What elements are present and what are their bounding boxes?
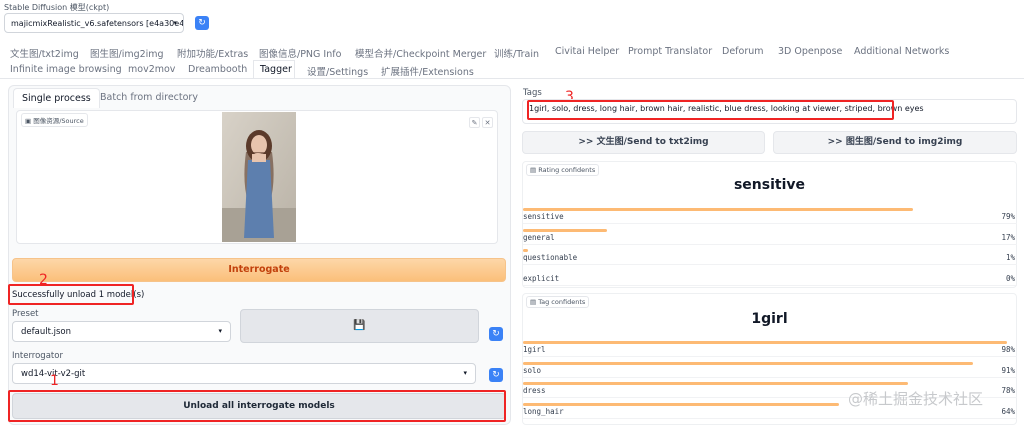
tab-extras[interactable]: 附加功能/Extras bbox=[177, 46, 248, 60]
interrogator-label: Interrogator bbox=[12, 351, 63, 361]
chevron-down-icon: ▾ bbox=[173, 19, 177, 27]
tag-row-bar bbox=[523, 402, 839, 406]
chart-icon: ▤ bbox=[530, 298, 537, 306]
tab-deforum[interactable]: Deforum bbox=[722, 46, 764, 57]
tag-confidents-text: Tag confidents bbox=[538, 298, 586, 306]
tag-row-divider bbox=[523, 356, 1017, 357]
tag-confidents-label: ▤ Tag confidents bbox=[526, 296, 590, 308]
tab-img2img[interactable]: 图生图/img2img bbox=[90, 46, 164, 60]
subtab-single-process[interactable]: Single process bbox=[13, 88, 100, 108]
tag-row-value: 91% bbox=[1001, 365, 1015, 375]
rating-row-bar bbox=[523, 208, 913, 211]
tag-row-bar bbox=[523, 382, 908, 385]
tab-txt2img[interactable]: 文生图/txt2img bbox=[10, 46, 79, 60]
rating-row-name: questionable bbox=[523, 253, 578, 262]
annotation-box-1 bbox=[8, 390, 506, 422]
chart-icon: ▤ bbox=[530, 166, 537, 174]
tag-row-name: 1girl bbox=[523, 345, 546, 354]
rating-row-divider bbox=[523, 264, 1017, 265]
tag-row-divider bbox=[523, 417, 1017, 419]
image-source-text: 图像资源/Source bbox=[33, 117, 84, 125]
edit-icon[interactable]: ✎ bbox=[469, 117, 480, 128]
preset-select[interactable]: default.json ▾ bbox=[12, 321, 231, 342]
annotation-box-3 bbox=[527, 100, 894, 120]
tab-3d-openpose[interactable]: 3D Openpose bbox=[778, 46, 842, 57]
refresh-interrogator-button[interactable]: ↻ bbox=[489, 368, 503, 382]
refresh-model-button[interactable]: ↻ bbox=[195, 16, 209, 30]
tag-row-bar bbox=[523, 361, 973, 365]
preset-label: Preset bbox=[12, 309, 39, 319]
tab-civitai-helper[interactable]: Civitai Helper bbox=[555, 46, 619, 57]
rating-row-divider bbox=[523, 284, 1017, 286]
refresh-icon: ↻ bbox=[198, 18, 206, 28]
tab-png-info[interactable]: 图像信息/PNG Info bbox=[259, 46, 341, 60]
tab-extensions[interactable]: 扩展插件/Extensions bbox=[381, 64, 474, 78]
tab-train[interactable]: 训练/Train bbox=[494, 46, 539, 60]
rating-row-value: 17% bbox=[1001, 232, 1015, 242]
rating-row-divider bbox=[523, 223, 1017, 224]
tag-row-bar bbox=[523, 341, 1007, 344]
rating-row-name: sensitive bbox=[523, 212, 564, 221]
image-source-label: ▣ 图像资源/Source bbox=[21, 113, 88, 127]
model-label: Stable Diffusion 模型(ckpt) bbox=[4, 3, 110, 12]
rating-row-value: 0% bbox=[1005, 273, 1015, 283]
tag-row-name: long_hair bbox=[523, 406, 564, 416]
close-icon[interactable]: ✕ bbox=[482, 117, 493, 128]
watermark: @稀土掘金技术社区 bbox=[848, 390, 984, 408]
tab-prompt-translator[interactable]: Prompt Translator bbox=[628, 46, 712, 57]
tags-label: Tags bbox=[523, 88, 542, 98]
interrogator-select[interactable]: wd14-vit-v2-git ▾ bbox=[12, 363, 476, 384]
tab-additional-networks[interactable]: Additional Networks bbox=[854, 46, 949, 57]
preset-select-value: default.json bbox=[21, 327, 71, 337]
interrogate-button[interactable]: Interrogate bbox=[12, 258, 506, 282]
send-to-txt2img-button[interactable]: >> 文生图/Send to txt2img bbox=[522, 131, 765, 154]
tab-tagger[interactable]: Tagger bbox=[260, 64, 292, 75]
refresh-icon: ↻ bbox=[492, 370, 500, 380]
subtab-batch-from-directory[interactable]: Batch from directory bbox=[100, 92, 198, 103]
model-select-value: majicmixRealistic_v6.safetensors [e4a30e… bbox=[11, 19, 184, 28]
rating-row-value: 1% bbox=[1005, 253, 1015, 262]
tab-settings[interactable]: 设置/Settings bbox=[307, 64, 368, 78]
tag-row-value: 98% bbox=[1001, 345, 1015, 354]
rating-confidents-text: Rating confidents bbox=[538, 166, 596, 174]
refresh-preset-button[interactable]: ↻ bbox=[489, 327, 503, 341]
rating-row-divider bbox=[523, 243, 1017, 245]
uploaded-photo bbox=[222, 112, 296, 242]
model-select[interactable]: majicmixRealistic_v6.safetensors [e4a30e… bbox=[4, 13, 184, 33]
rating-row-name: general bbox=[523, 232, 555, 242]
save-icon: 💾 bbox=[353, 320, 366, 331]
tab-infinite-image-browsing[interactable]: Infinite image browsing bbox=[10, 64, 122, 75]
annotation-box-2 bbox=[8, 284, 134, 305]
save-preset-button[interactable]: 💾 bbox=[240, 309, 479, 343]
annotation-number-2: 2 bbox=[39, 272, 48, 288]
tag-row-name: solo bbox=[523, 365, 542, 375]
rating-top-label: sensitive bbox=[733, 177, 806, 193]
image-icon: ▣ bbox=[25, 117, 32, 125]
chevron-down-icon: ▾ bbox=[218, 327, 222, 335]
tab-checkpoint-merger[interactable]: 模型合并/Checkpoint Merger bbox=[355, 46, 486, 60]
tabs-divider bbox=[0, 78, 1024, 79]
tab-mov2mov[interactable]: mov2mov bbox=[128, 64, 175, 75]
rating-row-name: explicit bbox=[523, 273, 560, 283]
rating-row-bar bbox=[523, 249, 528, 252]
tag-row-name: dress bbox=[523, 386, 546, 395]
send-to-img2img-button[interactable]: >> 图生图/Send to img2img bbox=[773, 131, 1017, 154]
annotation-number-1: 1 bbox=[50, 373, 59, 389]
refresh-icon: ↻ bbox=[492, 329, 500, 339]
tag-row-divider bbox=[523, 376, 1017, 378]
rating-row-bar bbox=[523, 228, 607, 232]
rating-row-value: 79% bbox=[1001, 212, 1015, 221]
rating-confidents-label: ▤ Rating confidents bbox=[526, 164, 600, 176]
tag-top-label: 1girl bbox=[751, 311, 788, 327]
tab-dreambooth[interactable]: Dreambooth bbox=[188, 64, 247, 75]
chevron-down-icon: ▾ bbox=[463, 369, 467, 377]
